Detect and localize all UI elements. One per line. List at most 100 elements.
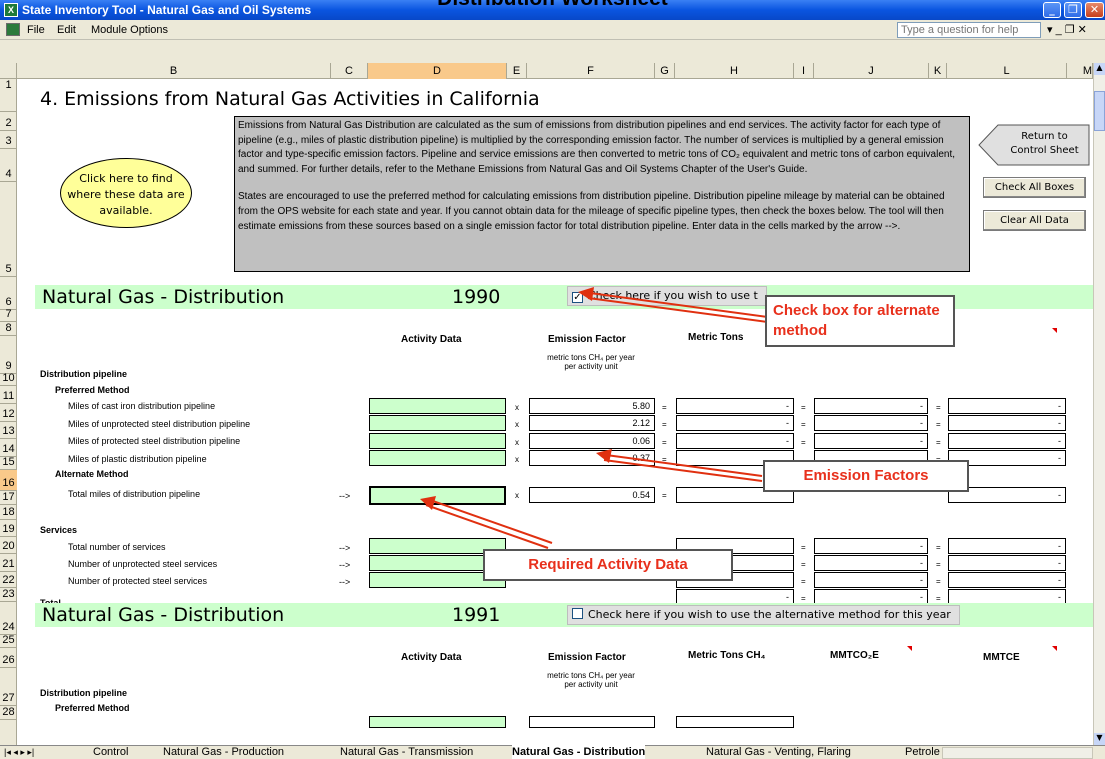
sheet-title: 4. Emissions from Natural Gas Activities… (40, 88, 540, 110)
activity-input-total-miles[interactable] (369, 486, 506, 505)
activity-input-plastic[interactable] (369, 450, 506, 466)
col-header-k[interactable]: K (929, 63, 947, 79)
col-header-c[interactable]: C (331, 63, 368, 79)
equals-sign: = (662, 491, 667, 500)
equals-sign: = (801, 560, 806, 569)
row-header[interactable]: 1 (0, 79, 17, 112)
equals-sign: = (801, 420, 806, 429)
times-sign: x (515, 455, 519, 464)
mmtco2e-cell: - (814, 538, 928, 554)
menu-right-controls[interactable]: ▾ _ ❐ ✕ (1047, 23, 1087, 36)
checkbox-unchecked-icon[interactable] (572, 608, 583, 619)
row-label-unprotected-steel: Miles of unprotected steel distribution … (68, 419, 251, 429)
row-header[interactable]: 13 (0, 422, 17, 439)
col-header-g[interactable]: G (655, 63, 675, 79)
alternate-method-label: Alternate Method (55, 469, 129, 479)
arrow-marker: --> (339, 560, 351, 570)
scroll-up-icon[interactable]: ▲ (1094, 63, 1105, 75)
arrow-marker: --> (339, 577, 351, 587)
row-header[interactable]: 19 (0, 520, 17, 537)
tab-natural-gas-distribution[interactable]: Natural Gas - Distribution (512, 745, 646, 759)
tab-natural-gas-transmission[interactable]: Natural Gas - Transmission (340, 745, 473, 759)
row-header[interactable]: 5 (0, 182, 17, 277)
row-header[interactable]: 15 (0, 456, 17, 470)
col-header-j[interactable]: J (814, 63, 929, 79)
horizontal-scrollbar[interactable] (942, 747, 1093, 759)
help-search-input[interactable]: Type a question for help (897, 22, 1041, 38)
row-header[interactable]: 18 (0, 505, 17, 520)
activity-input-protected-steel[interactable] (369, 433, 506, 449)
toolbar-area (0, 40, 1105, 63)
checkbox-checked-icon[interactable]: ✓ (572, 292, 583, 303)
col-header-e[interactable]: E (507, 63, 527, 79)
factor-cast-iron: 5.80 (529, 398, 655, 414)
row-header[interactable]: 9 (0, 336, 17, 374)
row-header[interactable]: 2 (0, 112, 17, 131)
row-header[interactable]: 17 (0, 491, 17, 505)
row-header[interactable]: 3 (0, 131, 17, 149)
col-header-h[interactable]: H (675, 63, 794, 79)
menu-file[interactable]: File (27, 24, 45, 36)
row-header[interactable]: 23 (0, 588, 17, 602)
row-header[interactable]: 11 (0, 386, 17, 404)
col-header-d[interactable]: D (368, 63, 507, 79)
clear-all-data-button[interactable]: Clear All Data (983, 210, 1086, 231)
col-header-l[interactable]: L (947, 63, 1067, 79)
mmtce-cell: - (948, 398, 1066, 414)
equals-sign: = (801, 403, 806, 412)
comment-indicator[interactable] (1052, 328, 1057, 333)
scroll-thumb[interactable] (1094, 91, 1105, 131)
factor-plastic: 0.37 (529, 450, 655, 466)
alt-method-checkbox-1991[interactable]: Check here if you wish to use the altern… (567, 605, 960, 625)
col-header-m[interactable]: M (1067, 63, 1093, 79)
row-header[interactable]: 14 (0, 439, 17, 457)
select-all-corner[interactable] (0, 63, 17, 79)
activity-input-cast-iron-1991[interactable] (369, 716, 506, 728)
row-header[interactable]: 20 (0, 537, 17, 554)
menu-module-options[interactable]: Module Options (91, 24, 168, 36)
menu-edit[interactable]: Edit (57, 24, 76, 36)
tab-petroleum[interactable]: Petrole (905, 745, 940, 759)
description-box: Emissions from Natural Gas Distribution … (234, 116, 970, 272)
col-emission-factor: Emission Factor (548, 652, 626, 663)
row-header[interactable]: 24 (0, 602, 17, 635)
comment-indicator[interactable] (1052, 646, 1057, 651)
row-header[interactable]: 27 (0, 668, 17, 706)
row-header[interactable]: 8 (0, 322, 17, 336)
alt-method-checkbox-1990[interactable]: ✓ Check here if you wish to use t (567, 286, 767, 306)
vertical-scrollbar[interactable]: ▲ ▼ (1093, 63, 1105, 745)
row-header[interactable]: 21 (0, 554, 17, 572)
row-header[interactable]: 28 (0, 706, 17, 720)
check-all-boxes-button[interactable]: Check All Boxes (983, 177, 1086, 198)
scroll-down-icon[interactable]: ▼ (1094, 733, 1105, 745)
row-header[interactable]: 6 (0, 277, 17, 310)
tab-natural-gas-production[interactable]: Natural Gas - Production (163, 745, 284, 759)
col-header-f[interactable]: F (527, 63, 655, 79)
group-distribution-pipeline: Distribution pipeline (40, 369, 127, 379)
activity-input-cast-iron[interactable] (369, 398, 506, 414)
tab-natural-gas-venting[interactable]: Natural Gas - Venting, Flaring (706, 745, 851, 759)
row-label-protected-services: Number of protected steel services (68, 576, 208, 586)
row-header[interactable]: 25 (0, 634, 17, 648)
equals-sign: = (801, 577, 806, 586)
find-data-bubble[interactable]: Click here to find where these data are … (60, 158, 192, 228)
row-header[interactable]: 10 (0, 372, 17, 386)
row-header[interactable]: 22 (0, 572, 17, 588)
tab-control[interactable]: Control (93, 745, 128, 759)
preferred-method-label: Preferred Method (55, 385, 130, 395)
row-header[interactable]: 7 (0, 308, 17, 322)
row-header[interactable]: 16 (0, 470, 17, 491)
return-to-control-label[interactable]: Return to Control Sheet (1002, 130, 1087, 158)
row-header[interactable]: 26 (0, 648, 17, 668)
equals-sign: = (662, 455, 667, 464)
tab-nav-arrows-icon[interactable]: |◂ ◂ ▸ ▸| (4, 745, 34, 759)
row-header[interactable]: 4 (0, 149, 17, 182)
row-header[interactable]: 12 (0, 404, 17, 422)
comment-indicator[interactable] (907, 646, 912, 651)
equals-sign: = (801, 594, 806, 603)
times-sign: x (515, 438, 519, 447)
activity-input-unprotected-steel[interactable] (369, 415, 506, 431)
mmtco2e-cell: - (814, 555, 928, 571)
col-header-b[interactable]: B (17, 63, 331, 79)
col-header-i[interactable]: I (794, 63, 814, 79)
